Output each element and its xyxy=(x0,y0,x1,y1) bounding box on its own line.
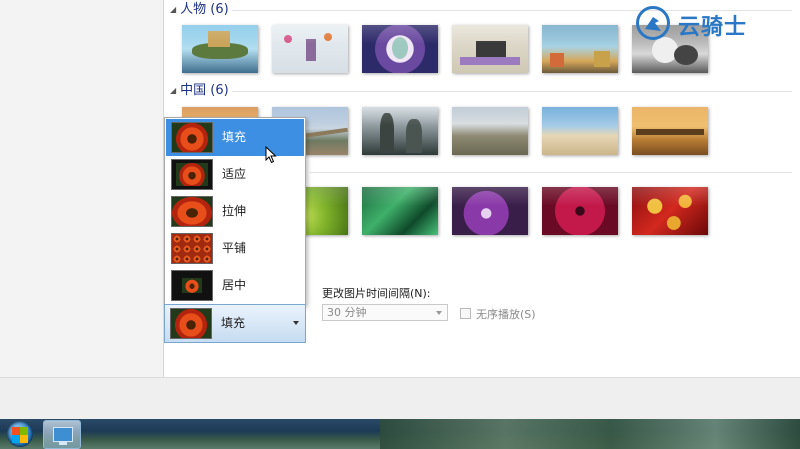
group-title-people[interactable]: ◢ 人物 (6) xyxy=(170,1,229,19)
wallpaper-thumb-flower-4[interactable] xyxy=(452,187,528,235)
collapse-triangle-icon[interactable]: ◢ xyxy=(170,82,176,100)
wallpaper-thumb-people-4[interactable] xyxy=(452,25,528,73)
monitor-icon xyxy=(53,427,73,442)
option-label: 居中 xyxy=(222,278,247,292)
picture-position-value: 填充 xyxy=(221,316,246,330)
option-label: 适应 xyxy=(222,167,247,181)
shuffle-checkbox[interactable]: 无序播放(S) xyxy=(460,306,536,322)
wallpaper-thumb-people-5[interactable] xyxy=(542,25,618,73)
wallpaper-thumb-people-3[interactable] xyxy=(362,25,438,73)
position-option-fit[interactable]: 适应 xyxy=(166,156,304,193)
collapse-triangle-icon[interactable]: ◢ xyxy=(170,1,176,19)
stretch-preview-icon xyxy=(171,196,213,227)
left-background xyxy=(0,0,163,377)
position-option-center[interactable]: 居中 xyxy=(166,267,304,304)
shuffle-label: 无序播放(S) xyxy=(476,308,536,321)
dialog-footer xyxy=(0,377,800,419)
position-option-tile[interactable]: 平铺 xyxy=(166,230,304,267)
interval-label: 更改图片时间间隔(N): xyxy=(322,287,431,300)
taskbar-app-display-settings[interactable] xyxy=(43,420,81,449)
tile-preview-icon xyxy=(171,233,213,264)
desktop-background-strip xyxy=(380,419,800,449)
fill-preview-icon xyxy=(171,122,213,153)
interval-value: 30 分钟 xyxy=(327,306,367,319)
checkbox-box[interactable] xyxy=(460,308,471,319)
group-divider xyxy=(232,91,792,92)
group-title-china[interactable]: ◢ 中国 (6) xyxy=(170,82,229,100)
group-title-label: 人物 (6) xyxy=(180,2,229,17)
wallpaper-thumb-china-3[interactable] xyxy=(362,107,438,155)
chevron-down-icon xyxy=(293,321,299,325)
group-title-label: 中国 (6) xyxy=(180,83,229,98)
knight-logo-icon xyxy=(636,6,670,40)
chevron-down-icon xyxy=(436,311,442,315)
picture-position-list: 填充 适应 拉伸 平铺 居中 xyxy=(164,117,306,305)
position-option-stretch[interactable]: 拉伸 xyxy=(166,193,304,230)
wallpaper-thumb-china-6[interactable] xyxy=(632,107,708,155)
group-divider xyxy=(310,172,792,173)
position-option-fill[interactable]: 填充 xyxy=(166,119,304,156)
taskbar xyxy=(0,419,800,449)
interval-dropdown[interactable]: 30 分钟 xyxy=(322,304,448,321)
wallpaper-thumb-people-2[interactable] xyxy=(272,25,348,73)
wallpaper-thumb-china-5[interactable] xyxy=(542,107,618,155)
start-button[interactable] xyxy=(2,421,38,448)
option-label: 填充 xyxy=(222,130,247,144)
wallpaper-thumb-flower-5[interactable] xyxy=(542,187,618,235)
monitor-stand xyxy=(59,442,67,445)
mouse-cursor-icon xyxy=(265,146,277,164)
wallpaper-thumb-china-4[interactable] xyxy=(452,107,528,155)
wallpaper-thumb-flower-6[interactable] xyxy=(632,187,708,235)
option-label: 平铺 xyxy=(222,241,247,255)
fill-preview-icon xyxy=(170,308,212,339)
fit-preview-icon xyxy=(171,159,213,190)
windows-logo-icon xyxy=(7,421,33,447)
center-preview-icon xyxy=(171,270,213,301)
picture-position-dropdown[interactable]: 填充 xyxy=(164,304,306,343)
wallpaper-thumb-flower-3[interactable] xyxy=(362,187,438,235)
option-label: 拉伸 xyxy=(222,204,247,218)
wallpaper-thumb-people-1[interactable] xyxy=(182,25,258,73)
watermark-text: 云骑士 xyxy=(678,15,748,40)
